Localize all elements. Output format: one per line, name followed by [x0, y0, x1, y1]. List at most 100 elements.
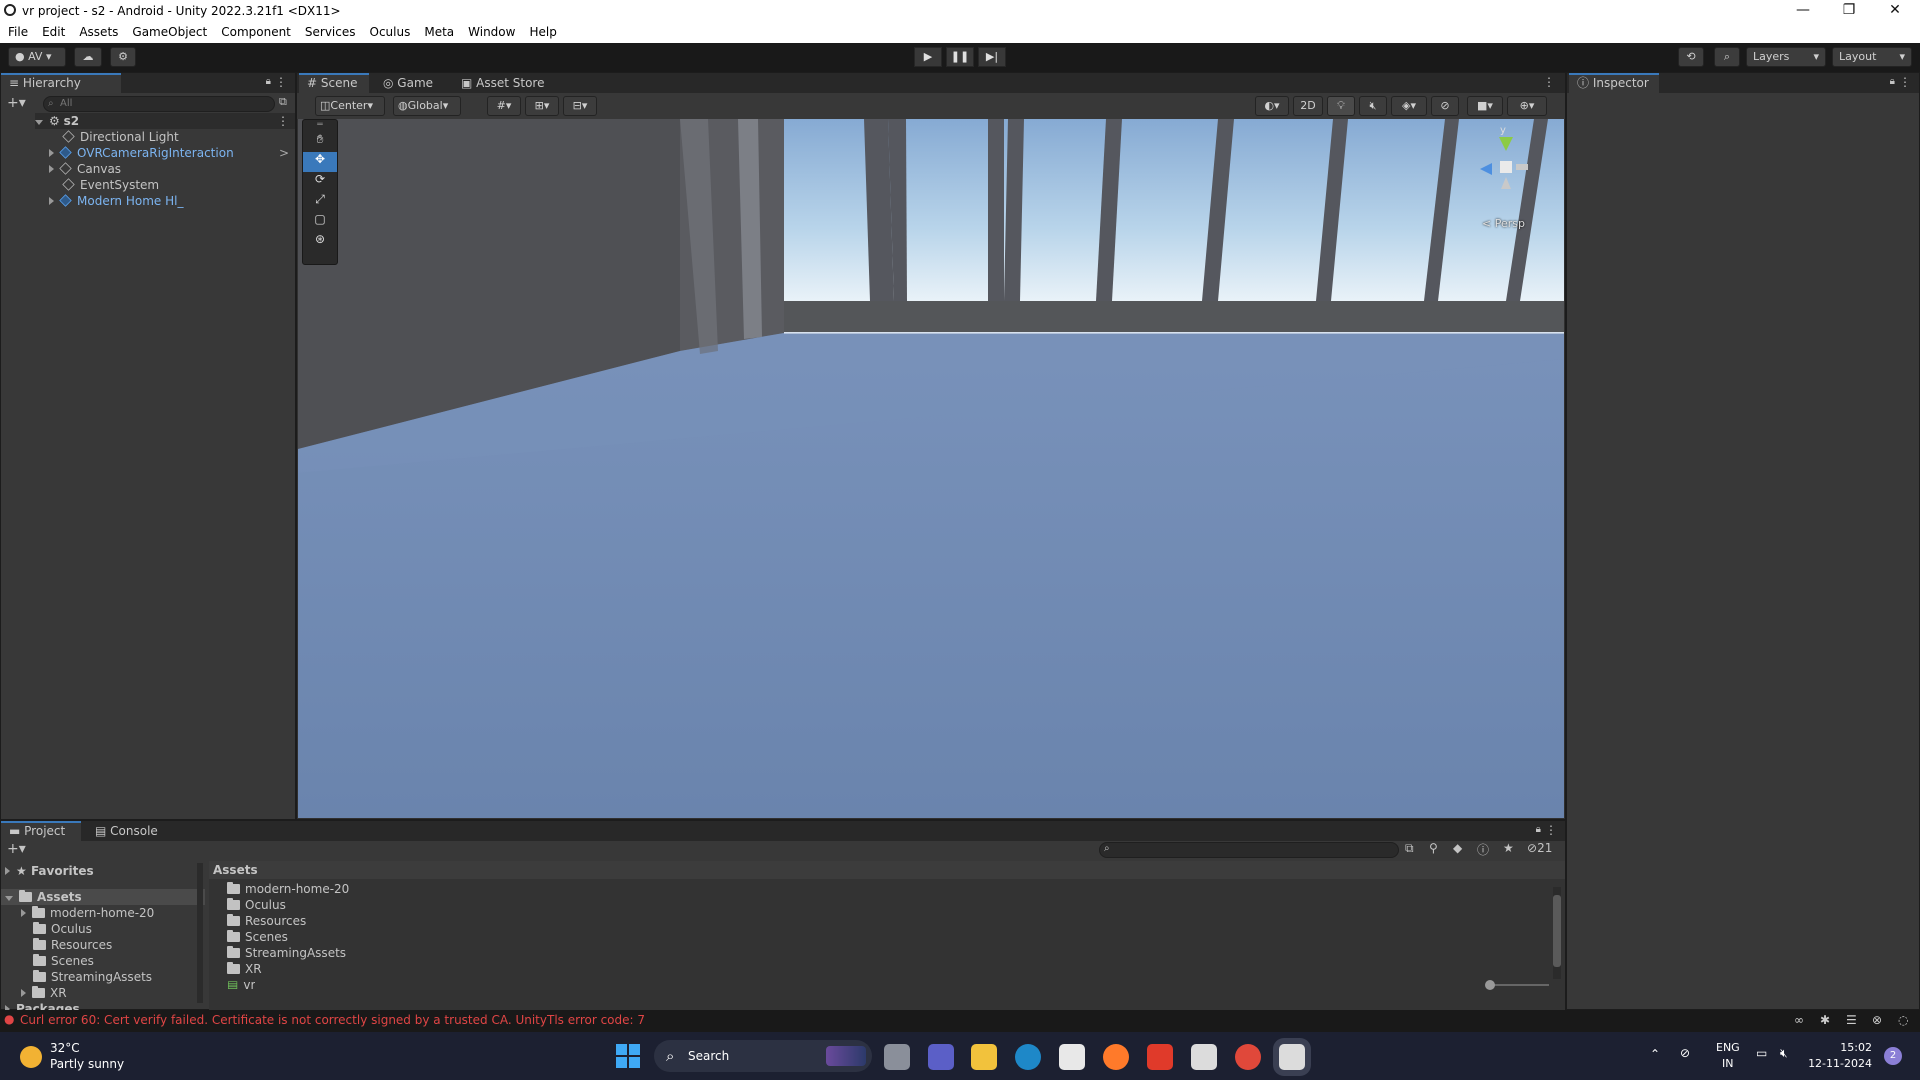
menu-edit[interactable]: Edit — [34, 22, 71, 39]
cache-icon[interactable]: ☰ — [1846, 1013, 1857, 1027]
chevron-right-icon[interactable]: > — [279, 145, 289, 161]
menu-component[interactable]: Component — [213, 22, 297, 39]
camera-settings[interactable]: ■▾ — [1467, 96, 1503, 116]
project-search-input[interactable]: ⌕ — [1099, 842, 1399, 858]
filter-label-icon[interactable]: ⚲ — [1429, 841, 1438, 855]
tree-item[interactable]: Oculus — [33, 921, 92, 937]
star-icon[interactable]: ★ — [1503, 841, 1514, 855]
scale-tool[interactable]: ⤢ — [303, 192, 337, 212]
collab-button[interactable]: ⚙ — [110, 47, 136, 67]
clock-time[interactable]: 15:02 — [1812, 1041, 1872, 1054]
taskbar-search[interactable]: ⌕ Search — [654, 1040, 872, 1072]
office-icon[interactable] — [1147, 1044, 1173, 1070]
increment-snap[interactable]: ⊟▾ — [563, 96, 597, 116]
snap-toggle[interactable]: ⊞▾ — [525, 96, 559, 116]
gizmos-toggle[interactable]: ⊕▾ — [1507, 96, 1547, 116]
task-view-icon[interactable] — [884, 1044, 910, 1070]
favorites-row[interactable]: ★ Favorites — [5, 863, 94, 879]
tab-inspector[interactable]: ⓘ Inspector — [1569, 73, 1659, 93]
maximize-button[interactable]: ❐ — [1826, 0, 1872, 22]
space-dropdown[interactable]: ◍Global▾ — [393, 96, 461, 116]
tab-game[interactable]: ◎ Game — [375, 73, 441, 93]
start-button[interactable] — [616, 1044, 640, 1068]
pivot-dropdown[interactable]: ◫Center▾ — [315, 96, 385, 116]
rotate-tool[interactable]: ⟳ — [303, 172, 337, 192]
list-item[interactable]: StreamingAssets — [227, 945, 346, 961]
history-button[interactable]: ⟲ — [1678, 47, 1704, 67]
list-scrollbar[interactable] — [1553, 887, 1561, 979]
search-filter-icon[interactable]: ⧉ — [279, 95, 287, 109]
hierarchy-item-eventsystem[interactable]: EventSystem — [62, 177, 159, 193]
lock-icon[interactable]: 🔒︎ — [1536, 824, 1541, 835]
drag-handle-icon[interactable]: ═ — [303, 120, 337, 132]
toggle-2d[interactable]: 2D — [1293, 96, 1323, 116]
kebab-menu-icon[interactable]: ⋮ — [277, 113, 289, 129]
effects-toggle[interactable]: ◈▾ — [1391, 96, 1427, 116]
hierarchy-item-directional-light[interactable]: Directional Light — [62, 129, 179, 145]
menu-assets[interactable]: Assets — [71, 22, 124, 39]
pause-button[interactable]: ❚❚ — [946, 47, 974, 67]
menu-help[interactable]: Help — [521, 22, 562, 39]
list-item[interactable]: Resources — [227, 913, 306, 929]
list-item[interactable]: ▤ vr — [227, 977, 255, 989]
hierarchy-item-ovrcamerarig[interactable]: OVRCameraRigInteraction > — [49, 145, 297, 161]
tree-item[interactable]: StreamingAssets — [33, 969, 152, 985]
hidden-packages-toggle[interactable]: ⊘21 — [1527, 841, 1552, 855]
audio-toggle[interactable]: 🔇︎ — [1359, 96, 1387, 116]
filter-type-icon[interactable]: ⧉ — [1405, 841, 1414, 856]
play-button[interactable]: ▶ — [914, 47, 942, 67]
progress-icon[interactable]: ◌ — [1898, 1013, 1908, 1027]
menu-oculus[interactable]: Oculus — [362, 22, 417, 39]
lighting-toggle[interactable]: 💡︎ — [1327, 96, 1355, 116]
assets-root-row[interactable]: Assets — [1, 889, 205, 905]
status-error-message[interactable]: Curl error 60: Cert verify failed. Certi… — [20, 1013, 645, 1027]
add-button[interactable]: +▾ — [7, 95, 26, 111]
weather-temp[interactable]: 32°C — [50, 1041, 80, 1055]
menu-window[interactable]: Window — [460, 22, 521, 39]
chrome-icon[interactable] — [1235, 1044, 1261, 1070]
layers-dropdown[interactable]: Layers ▾ — [1746, 47, 1826, 67]
move-tool[interactable]: ✥ — [303, 152, 337, 172]
teams-icon[interactable] — [928, 1044, 954, 1070]
tree-item[interactable]: XR — [21, 985, 67, 1001]
info-icon[interactable]: ⓘ — [1477, 841, 1489, 858]
tab-hierarchy[interactable]: ≡ Hierarchy — [1, 73, 121, 93]
shading-mode[interactable]: ◐▾ — [1255, 96, 1289, 116]
unity-hub-icon[interactable] — [1191, 1044, 1217, 1070]
breadcrumb[interactable]: Assets — [209, 861, 1565, 879]
tab-project[interactable]: ▬ Project — [1, 821, 81, 841]
scene-root-row[interactable]: ⚙ s2 ⋮ — [35, 113, 295, 129]
visibility-toggle[interactable]: ⊘ — [1431, 96, 1459, 116]
step-button[interactable]: ▶| — [978, 47, 1006, 67]
kebab-menu-icon[interactable]: ⋮ — [1899, 75, 1911, 89]
list-item[interactable]: Scenes — [227, 929, 288, 945]
list-item[interactable]: modern-home-20 — [227, 881, 349, 897]
edge-icon[interactable] — [1015, 1044, 1041, 1070]
tree-scrollbar[interactable] — [197, 863, 203, 1003]
kebab-menu-icon[interactable]: ⋮ — [275, 75, 287, 89]
scroll-thumb[interactable] — [1553, 895, 1561, 967]
menu-meta[interactable]: Meta — [416, 22, 460, 39]
transform-tool[interactable]: ⊛ — [303, 232, 337, 252]
hierarchy-search-input[interactable]: ⌕ All — [43, 96, 275, 112]
clock-date[interactable]: 12-11-2024 — [1808, 1057, 1872, 1070]
zoom-slider-handle[interactable] — [1485, 980, 1495, 990]
weather-icon[interactable] — [20, 1046, 42, 1068]
tree-item[interactable]: Resources — [33, 937, 112, 953]
lock-icon[interactable]: 🔒︎ — [1890, 76, 1895, 87]
menu-gameobject[interactable]: GameObject — [124, 22, 213, 39]
volume-muted-icon[interactable]: 🔇︎ — [1780, 1046, 1788, 1061]
network-icon[interactable]: ⊗ — [1872, 1013, 1882, 1027]
weather-desc[interactable]: Partly sunny — [50, 1057, 124, 1071]
list-item[interactable]: XR — [227, 961, 262, 977]
tree-item[interactable]: modern-home-20 — [21, 905, 154, 921]
zoom-slider[interactable] — [1485, 980, 1549, 990]
kebab-menu-icon[interactable]: ⋮ — [1543, 75, 1555, 89]
list-item[interactable]: Oculus — [227, 897, 286, 913]
orientation-gizmo[interactable]: y < Persp — [1464, 123, 1554, 230]
hierarchy-item-modern-home[interactable]: Modern Home Hl_ — [49, 193, 183, 209]
cloud-button[interactable]: ☁ — [74, 47, 102, 67]
menu-services[interactable]: Services — [297, 22, 362, 39]
network-icon[interactable]: ⊘ — [1680, 1046, 1690, 1060]
tag-icon[interactable]: ◆ — [1453, 841, 1462, 855]
